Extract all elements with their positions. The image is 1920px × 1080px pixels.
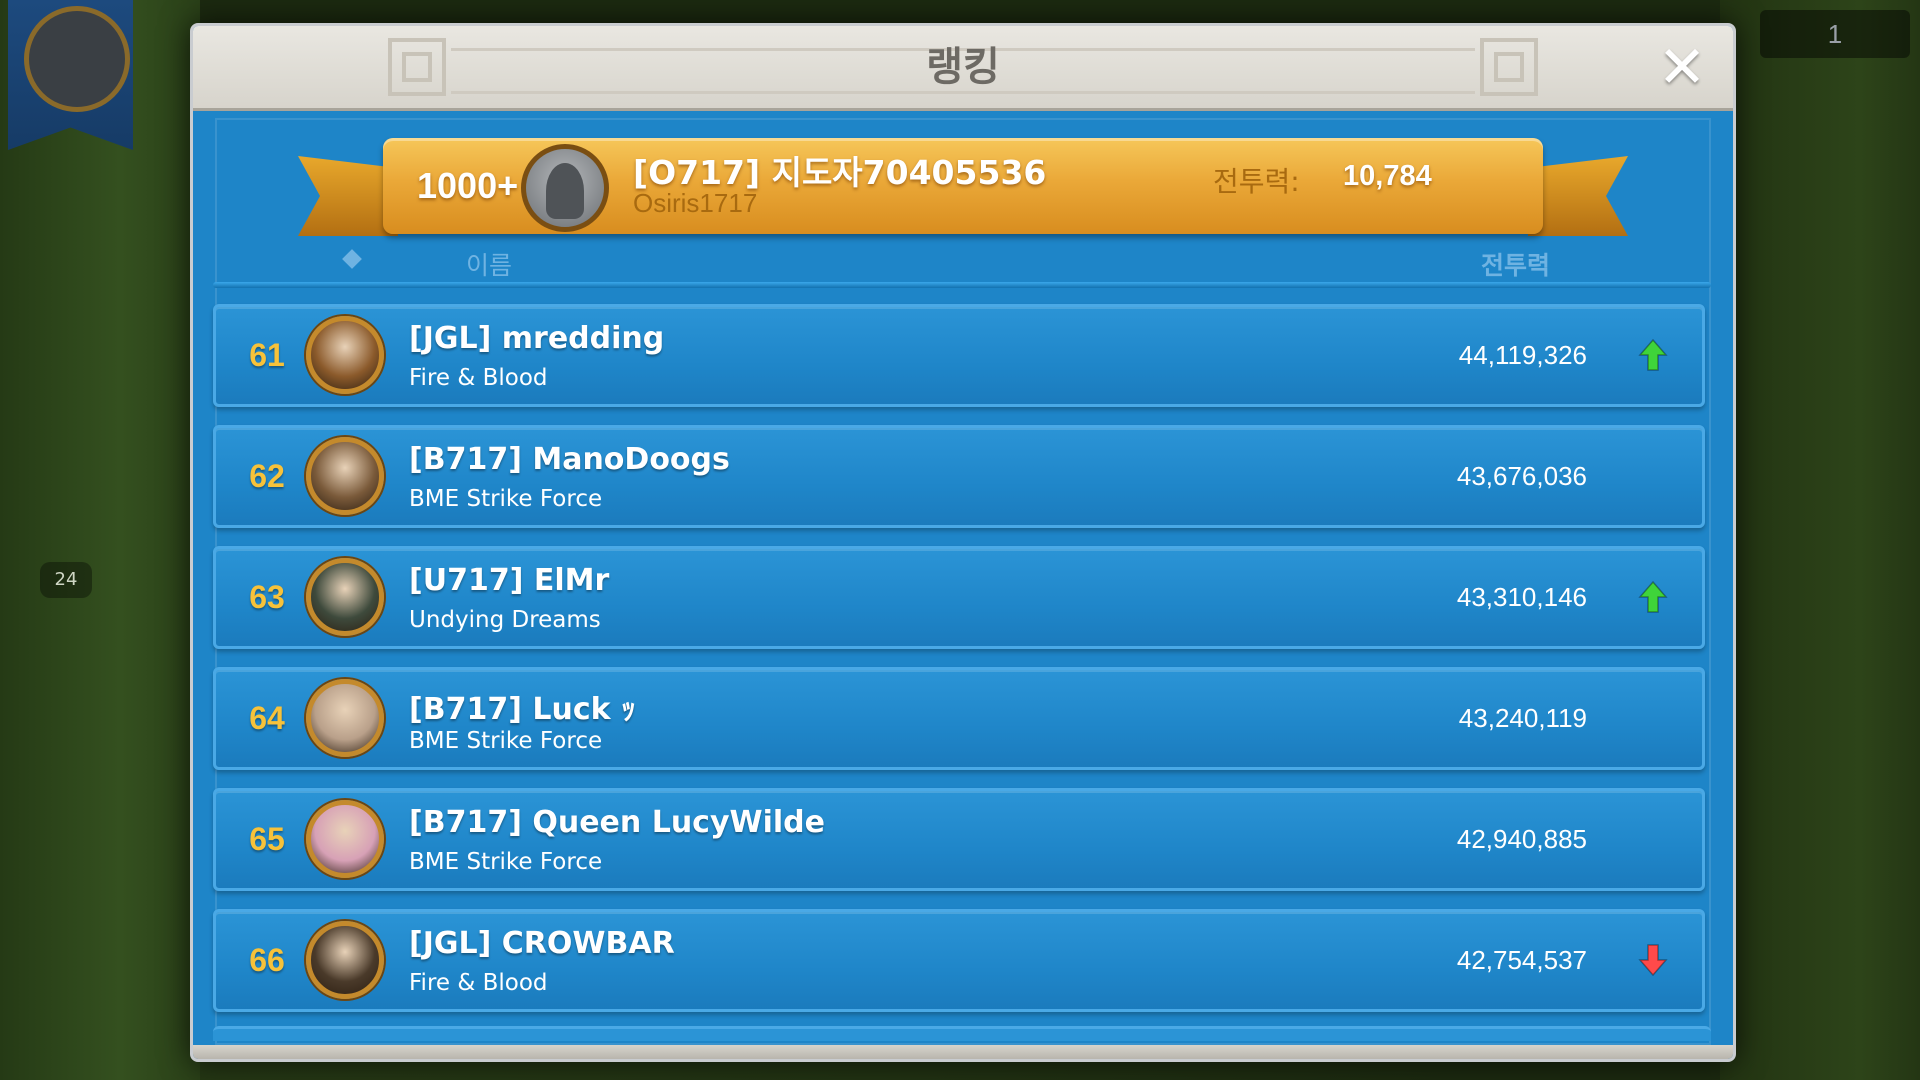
game-avatar: [24, 6, 130, 112]
player-avatar[interactable]: [306, 437, 384, 515]
close-button[interactable]: ✕: [1655, 38, 1709, 96]
ranking-panel: 랭킹 ✕ 1000+ [O717] 지도자70405536 Osiris1717…: [190, 23, 1736, 1062]
ranking-list[interactable]: 61 [JGL] mredding Fire & Blood 44,119,32…: [213, 304, 1705, 1030]
arrow-down-icon: [1638, 943, 1668, 977]
alliance-name: BME Strike Force: [409, 486, 603, 512]
alliance-name: Fire & Blood: [409, 970, 548, 996]
player-name: [JGL] CROWBAR: [409, 926, 675, 961]
row-rank: 62: [249, 458, 285, 494]
trend-icon: [1638, 701, 1668, 735]
trend-icon: [1638, 822, 1668, 856]
power-value: 44,119,326: [1458, 340, 1587, 370]
resource-badge: 1: [1760, 10, 1910, 58]
my-rank: 1000+: [417, 165, 519, 206]
player-avatar[interactable]: [306, 800, 384, 878]
power-value: 43,676,036: [1456, 461, 1587, 491]
close-icon: ✕: [1657, 33, 1707, 101]
power-value: 43,240,119: [1458, 703, 1587, 733]
game-map-right: [1720, 0, 1920, 1080]
player-avatar[interactable]: [306, 316, 384, 394]
trend-icon: [1638, 459, 1668, 493]
ranking-row[interactable]: 62 [B717] ManoDoogs BME Strike Force 43,…: [213, 425, 1705, 528]
alliance-name: BME Strike Force: [409, 849, 603, 875]
player-avatar[interactable]: [306, 679, 384, 757]
column-header-power: 전투력: [1481, 251, 1551, 280]
ranking-row[interactable]: 61 [JGL] mredding Fire & Blood 44,119,32…: [213, 304, 1705, 407]
row-rank: 66: [249, 942, 285, 978]
my-rank-ribbon[interactable]: 1000+ [O717] 지도자70405536 Osiris1717 전투력:…: [383, 138, 1543, 234]
player-name: [B717] Queen LucyWilde: [409, 805, 826, 840]
row-rank: 63: [249, 579, 285, 615]
header-divider: [213, 282, 1711, 288]
player-name: [B717] ManoDoogs: [409, 442, 730, 477]
panel-header: 랭킹 ✕: [193, 26, 1733, 111]
ranking-row[interactable]: 66 [JGL] CROWBAR Fire & Blood 42,754,537: [213, 909, 1705, 1012]
game-map-left: [0, 0, 200, 1080]
player-avatar[interactable]: [306, 921, 384, 999]
my-name: [O717] 지도자70405536: [633, 153, 1047, 192]
power-value: 43,310,146: [1456, 582, 1587, 612]
my-power-value: 10,784: [1343, 160, 1432, 192]
power-value: 42,940,885: [1456, 824, 1587, 854]
player-name: [U717] ElMr: [409, 563, 610, 598]
arrow-up-icon: [1638, 338, 1668, 372]
alliance-name: BME Strike Force: [409, 728, 603, 754]
player-name: [B717] Luck ｯ: [409, 692, 637, 727]
my-alliance: Osiris1717: [633, 188, 758, 218]
power-value: 42,754,537: [1456, 945, 1587, 975]
arrow-up-icon: [1638, 580, 1668, 614]
map-level-badge: 24: [40, 562, 92, 598]
ranking-row[interactable]: 65 [B717] Queen LucyWilde BME Strike For…: [213, 788, 1705, 891]
next-row-peek[interactable]: [213, 1026, 1711, 1041]
row-rank: 64: [249, 700, 285, 736]
avatar-silhouette-icon: [546, 163, 584, 219]
column-header-name: 이름: [466, 251, 513, 280]
panel-bottom-edge: [193, 1045, 1733, 1059]
ranking-row[interactable]: 64 [B717] Luck ｯ BME Strike Force 43,240…: [213, 667, 1705, 770]
player-avatar[interactable]: [306, 558, 384, 636]
my-power-label: 전투력:: [1213, 165, 1300, 198]
alliance-name: Undying Dreams: [409, 607, 601, 633]
my-avatar: [521, 144, 609, 232]
alliance-name: Fire & Blood: [409, 365, 548, 391]
row-rank: 61: [249, 337, 285, 373]
ranking-row[interactable]: 63 [U717] ElMr Undying Dreams 43,310,146: [213, 546, 1705, 649]
player-name: [JGL] mredding: [409, 321, 665, 356]
panel-title: 랭킹: [926, 44, 1000, 90]
row-rank: 65: [249, 821, 285, 857]
